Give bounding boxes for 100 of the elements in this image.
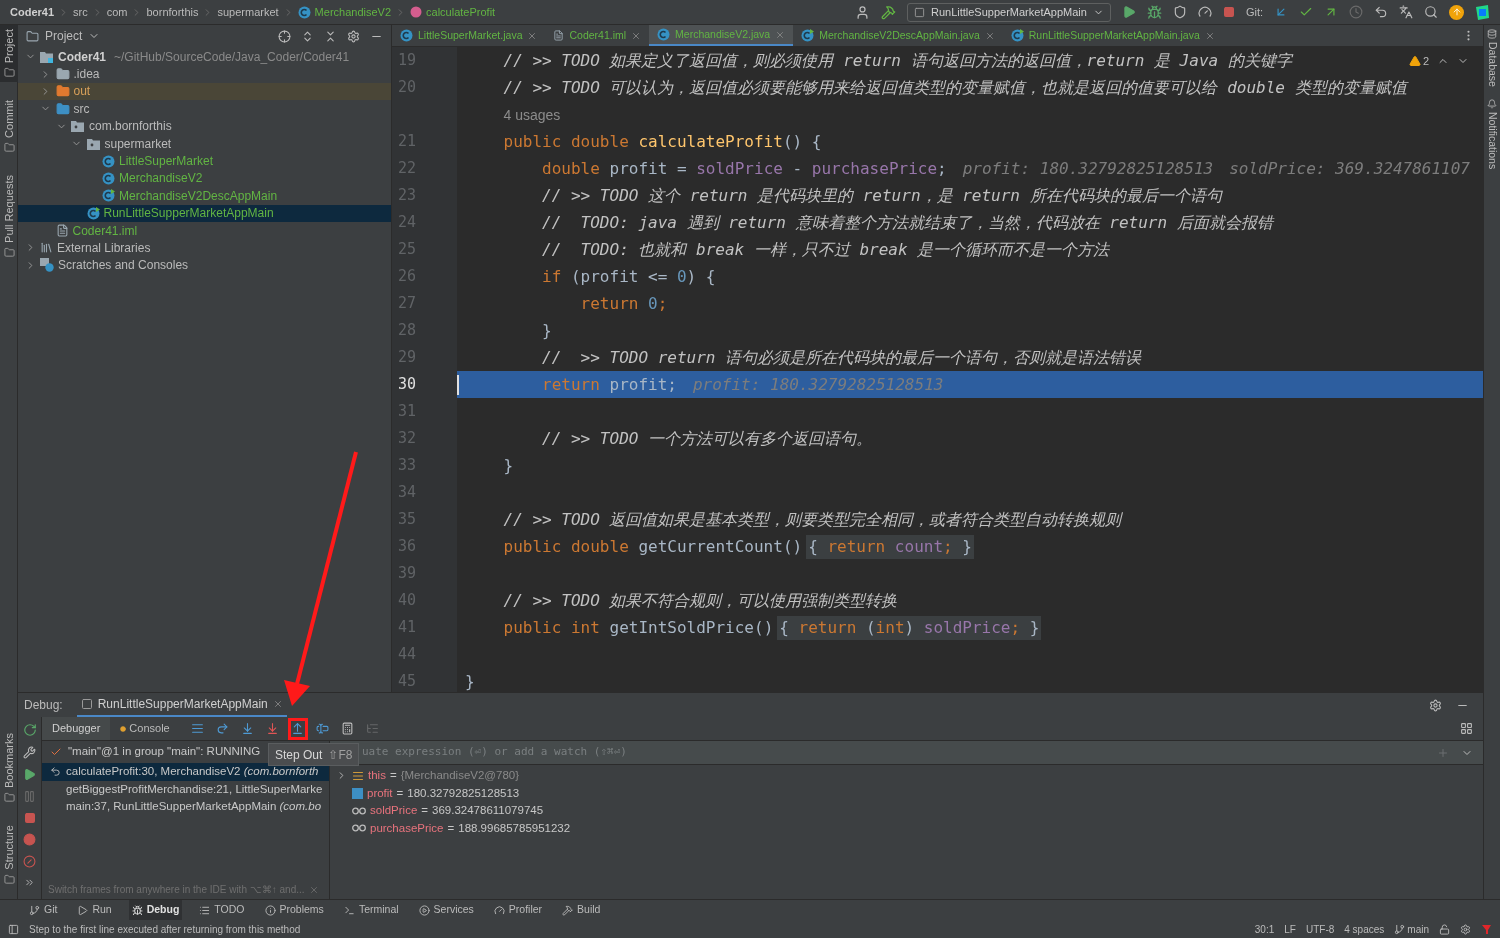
breadcrumb-item[interactable]: supermarket bbox=[217, 3, 279, 21]
tool-window-tab[interactable]: Debug bbox=[128, 900, 183, 920]
close-icon[interactable] bbox=[308, 884, 319, 895]
side-tool-tab[interactable]: Database bbox=[1484, 29, 1500, 87]
coverage-icon[interactable] bbox=[1172, 5, 1187, 19]
update-available-icon[interactable] bbox=[1449, 4, 1464, 20]
editor-tab[interactable]: MerchandiseV2DescAppMain.java bbox=[793, 25, 1003, 46]
variable-row[interactable]: profit = 180.32792825128513 bbox=[330, 784, 1483, 802]
stack-frame[interactable]: calculateProfit:30, MerchandiseV2 (com.bornforth bbox=[42, 763, 329, 781]
tree-item[interactable]: Scratches and Consoles bbox=[18, 256, 391, 275]
settings-icon[interactable] bbox=[347, 29, 360, 43]
rollback-icon[interactable] bbox=[1374, 5, 1388, 19]
user-icon[interactable] bbox=[854, 4, 870, 20]
debug-toolbar-button[interactable] bbox=[287, 717, 308, 740]
tree-item[interactable]: Coder41 ~/GitHub/SourceCode/Java_Coder/Coder41 bbox=[18, 48, 391, 66]
tree-item[interactable]: LittleSuperMarket bbox=[18, 152, 391, 170]
editor-tab[interactable]: LittleSuperMarket.java bbox=[392, 25, 546, 46]
side-tool-tab[interactable]: Project bbox=[0, 25, 18, 83]
profiler-icon[interactable] bbox=[1197, 5, 1212, 19]
panel-toggle-icon[interactable] bbox=[8, 923, 19, 935]
tree-item[interactable]: MerchandiseV2DescAppMain bbox=[18, 187, 391, 205]
side-tool-tab[interactable]: Commit bbox=[0, 96, 18, 158]
thread-status[interactable]: "main"@1 in group "main": RUNNING bbox=[68, 743, 261, 761]
panel-title[interactable]: Project bbox=[45, 27, 83, 45]
warning-count[interactable]: 2 bbox=[1422, 53, 1429, 70]
status-item[interactable]: 4 spaces bbox=[1344, 921, 1385, 937]
wrench-icon[interactable] bbox=[23, 746, 36, 759]
tree-item[interactable]: out bbox=[18, 82, 391, 101]
tool-window-tab[interactable]: Git bbox=[26, 900, 61, 920]
editor-tab[interactable]: MerchandiseV2.java bbox=[649, 25, 794, 46]
debug-icon[interactable] bbox=[1146, 4, 1162, 20]
warning-icon[interactable] bbox=[1408, 55, 1421, 68]
breadcrumb-item[interactable]: com bbox=[106, 3, 128, 21]
side-tool-tab[interactable]: Notifications bbox=[1484, 98, 1500, 170]
tool-window-tab[interactable]: Profiler bbox=[490, 900, 546, 920]
folded-code[interactable]: { return (int) soldPrice; } bbox=[777, 615, 1042, 640]
run-configuration-dropdown[interactable]: RunLittleSupperMarketAppMain bbox=[906, 2, 1111, 22]
stack-frame[interactable]: main:37, RunLittleSupperMarketAppMain (com.bo bbox=[42, 798, 329, 816]
breadcrumb-item[interactable]: calculateProfit bbox=[410, 3, 496, 21]
side-tool-tab[interactable]: Pull Requests bbox=[0, 171, 18, 262]
side-tool-tab[interactable]: Structure bbox=[0, 821, 18, 889]
variable-row[interactable]: purchasePrice = 188.99685785951232 bbox=[330, 819, 1483, 837]
tree-item[interactable]: External Libraries bbox=[18, 239, 391, 257]
editor-tab[interactable]: Coder41.iml bbox=[545, 25, 650, 46]
close-icon[interactable] bbox=[631, 30, 642, 41]
variable-row[interactable]: soldPrice = 369.32478611079745 bbox=[330, 802, 1483, 820]
tree-item[interactable]: RunLittleSupperMarketAppMain bbox=[18, 204, 391, 222]
settings-icon[interactable] bbox=[1429, 698, 1442, 712]
more-icon[interactable] bbox=[24, 877, 35, 888]
tree-item[interactable]: .idea bbox=[18, 65, 391, 83]
status-item[interactable]: UTF-8 bbox=[1305, 921, 1335, 937]
breadcrumb-item[interactable]: MerchandiseV2 bbox=[297, 3, 392, 21]
commit-icon[interactable] bbox=[1299, 5, 1313, 19]
stop-icon[interactable] bbox=[23, 812, 36, 824]
rerun-icon[interactable] bbox=[22, 723, 37, 737]
status-item[interactable]: LF bbox=[1284, 921, 1296, 937]
mute-breakpoints-icon[interactable] bbox=[23, 855, 36, 868]
tree-item[interactable]: MerchandiseV2 bbox=[18, 169, 391, 188]
editor-tab[interactable]: RunLittleSupperMarketAppMain.java bbox=[1002, 25, 1223, 46]
app-logo-icon[interactable] bbox=[1475, 4, 1490, 20]
tree-item[interactable]: com.bornforthis bbox=[18, 117, 391, 135]
breadcrumb-item[interactable]: Coder41 bbox=[10, 3, 55, 21]
close-icon[interactable] bbox=[775, 29, 786, 40]
tool-window-tab[interactable]: Terminal bbox=[340, 900, 402, 920]
tree-item[interactable]: supermarket bbox=[18, 134, 391, 153]
git-branch[interactable]: main bbox=[1394, 921, 1429, 937]
close-icon[interactable] bbox=[527, 30, 538, 41]
tree-item[interactable]: Coder41.iml bbox=[18, 221, 391, 240]
locate-icon[interactable] bbox=[278, 29, 291, 43]
stack-frame[interactable]: getBiggestProfitMerchandise:21, LittleSuperMarke bbox=[42, 780, 329, 798]
breakpoints-icon[interactable] bbox=[23, 833, 36, 846]
build-icon[interactable] bbox=[880, 4, 896, 20]
tool-window-tab[interactable]: Build bbox=[559, 900, 604, 920]
expand-all-icon[interactable] bbox=[301, 29, 314, 43]
tool-window-tab[interactable]: Run bbox=[74, 900, 115, 920]
tool-window-tab[interactable]: Problems bbox=[261, 900, 327, 920]
breadcrumb-item[interactable]: src bbox=[73, 3, 88, 21]
cloud-settings-icon[interactable] bbox=[1460, 923, 1471, 935]
run-icon[interactable] bbox=[1121, 5, 1136, 19]
folded-code[interactable]: { return count; } bbox=[806, 534, 974, 559]
pause-icon[interactable] bbox=[23, 790, 36, 803]
status-item[interactable]: 30:1 bbox=[1254, 921, 1275, 937]
side-tool-tab[interactable]: Bookmarks bbox=[0, 729, 18, 808]
resume-icon[interactable] bbox=[23, 768, 36, 781]
stop-icon[interactable] bbox=[1222, 6, 1235, 18]
history-icon[interactable] bbox=[1349, 5, 1363, 19]
tool-window-tab[interactable]: TODO bbox=[196, 900, 248, 920]
translate-icon[interactable] bbox=[1399, 5, 1413, 19]
lock-icon[interactable] bbox=[1439, 923, 1450, 935]
close-icon[interactable] bbox=[272, 699, 283, 709]
search-icon[interactable] bbox=[1424, 5, 1438, 19]
tool-window-tab[interactable]: Services bbox=[415, 900, 477, 920]
collapse-all-icon[interactable] bbox=[324, 29, 337, 43]
close-icon[interactable] bbox=[984, 30, 995, 41]
breadcrumb-item[interactable]: bornforthis bbox=[146, 3, 199, 21]
close-icon[interactable] bbox=[1204, 30, 1215, 41]
tree-item[interactable]: src bbox=[18, 100, 391, 118]
layout-icon[interactable] bbox=[1460, 722, 1473, 735]
usages-hint[interactable]: 4 usages bbox=[465, 102, 561, 127]
debugger-tab[interactable]: Debugger bbox=[42, 717, 111, 740]
